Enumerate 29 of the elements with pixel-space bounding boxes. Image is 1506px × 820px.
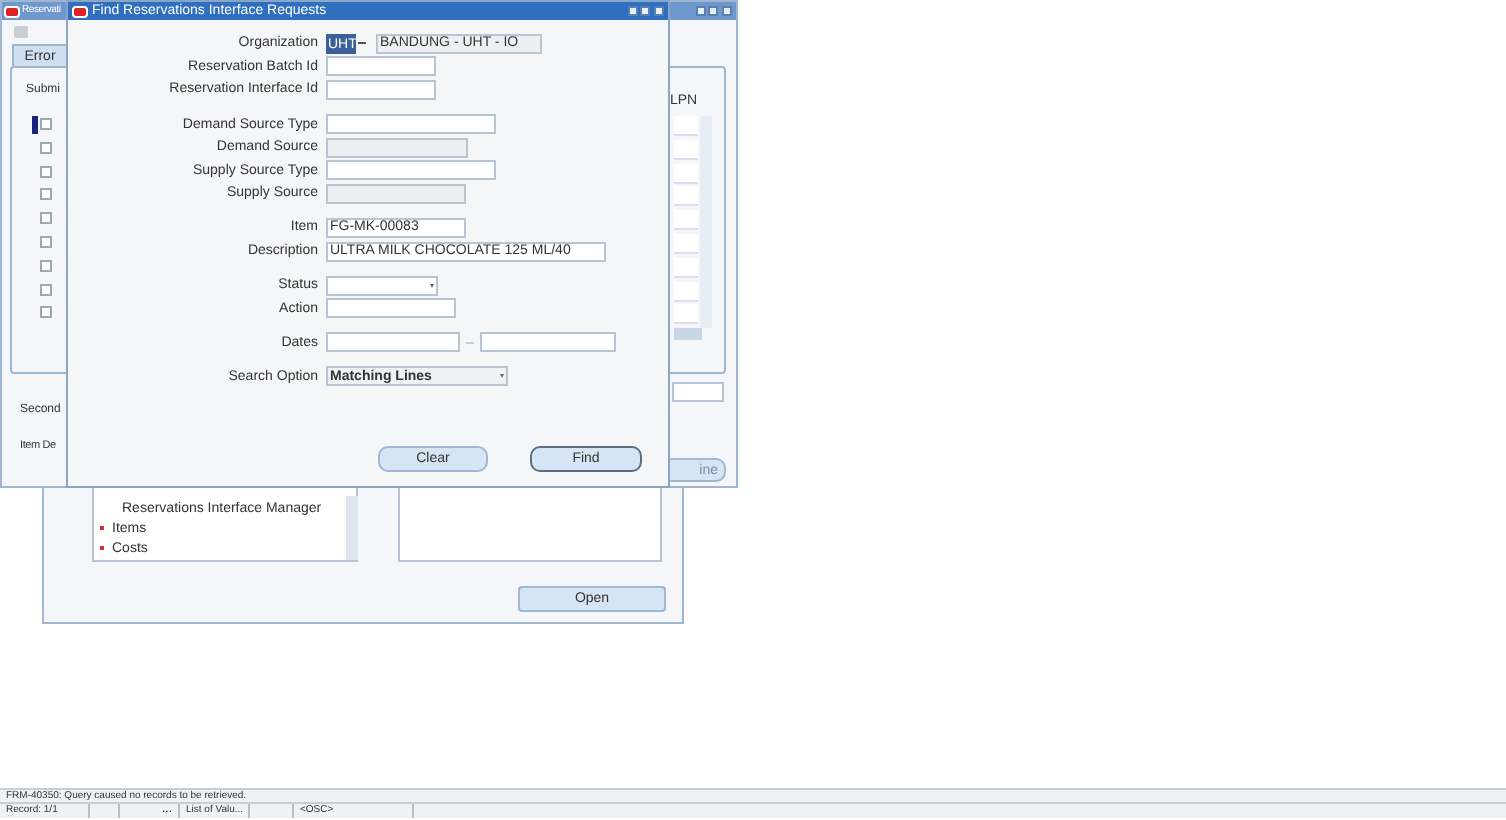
table-cell bbox=[674, 139, 698, 160]
table-cell bbox=[674, 116, 698, 136]
table-cell bbox=[674, 281, 698, 302]
table-cell bbox=[674, 304, 698, 325]
scrollbar[interactable] bbox=[700, 116, 712, 328]
scrollbar[interactable] bbox=[674, 328, 702, 340]
checkbox[interactable] bbox=[40, 118, 52, 130]
checkbox[interactable] bbox=[40, 236, 52, 248]
text-field[interactable] bbox=[326, 298, 456, 319]
checkbox[interactable] bbox=[40, 306, 52, 319]
range-dash bbox=[466, 341, 474, 344]
table-cell bbox=[674, 210, 698, 231]
text-field[interactable] bbox=[672, 382, 724, 402]
dropdown[interactable] bbox=[326, 275, 438, 296]
date-from-field[interactable] bbox=[326, 332, 460, 353]
caret-icon bbox=[430, 283, 434, 288]
text-field[interactable] bbox=[326, 114, 496, 135]
table-cell bbox=[674, 234, 698, 254]
text-field[interactable] bbox=[326, 56, 436, 77]
table-cell bbox=[674, 186, 698, 207]
date-to-field[interactable] bbox=[480, 332, 616, 353]
text-field[interactable] bbox=[326, 79, 436, 100]
caret-icon bbox=[500, 374, 504, 379]
checkbox[interactable] bbox=[40, 212, 52, 225]
table-cell bbox=[674, 163, 698, 184]
table-cell bbox=[674, 257, 698, 278]
checkbox[interactable] bbox=[40, 188, 52, 201]
text-field[interactable] bbox=[326, 160, 496, 181]
scrollbar[interactable] bbox=[346, 496, 358, 560]
